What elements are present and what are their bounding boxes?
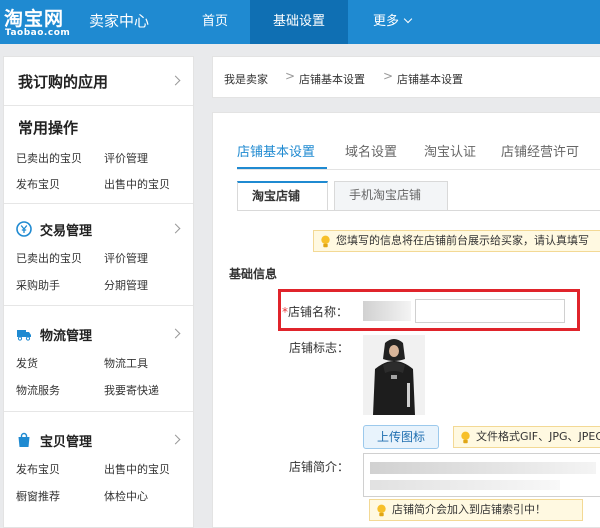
file-format-tip-text: 文件格式GIF、JPG、JPEG、PNG [476,430,600,443]
nav-more-label: 更多 [372,14,399,29]
sidebar-link-ship[interactable]: 发货 [16,355,38,371]
shop-intro-textarea[interactable] [363,453,600,497]
breadcrumb: 我是卖家 > 店铺基本设置 > 店铺基本设置 [212,56,600,98]
sidebar-link-logistics-tools[interactable]: 物流工具 [104,355,148,371]
sidebar-link-logistics-service[interactable]: 物流服务 [16,382,60,398]
info-notice: 您填写的信息将在店铺前台展示给买家，请认真填写 [313,230,600,252]
breadcrumb-separator: > [285,69,296,83]
active-tab-indicator [237,167,327,169]
sidebar: 我订购的应用 常用操作 已卖出的宝贝 评价管理 发布宝贝 出售中的宝贝 交易管理… [3,56,194,528]
shop-logo-label: 店铺标志： [289,341,350,355]
file-format-tip: 文件格式GIF、JPG、JPEG、PNG [453,426,600,448]
upload-logo-button[interactable]: 上传图标 [363,425,439,449]
sidebar-link-publish-item[interactable]: 发布宝贝 [16,461,60,477]
highlight-annotation-box [278,289,580,331]
trade-group-title: 交易管理 [40,224,93,239]
breadcrumb-seller[interactable]: 我是卖家 [224,71,268,87]
breadcrumb-separator: > [383,69,394,83]
nav-home[interactable]: 首页 [184,0,246,44]
sidebar-link-health-check[interactable]: 体检中心 [104,488,148,504]
chevron-down-icon [403,14,413,24]
sidebar-link-items-on-sale[interactable]: 出售中的宝贝 [104,461,170,477]
tabs-divider [237,169,600,170]
top-navigation-bar: 淘宝网 Taobao.com 卖家中心 首页 基础设置 更多 [0,0,600,44]
divider [4,411,193,412]
breadcrumb-shop-settings[interactable]: 店铺基本设置 [299,71,365,87]
sidebar-link-send-express[interactable]: 我要寄快递 [104,382,159,398]
sidebar-my-apps[interactable]: 我订购的应用 [4,57,193,105]
breadcrumb-current: 店铺基本设置 [397,73,463,86]
tab-business-license[interactable]: 店铺经营许可 [501,141,579,160]
subtab-mobile-shop[interactable]: 手机淘宝店铺 [334,181,448,210]
main-panel: 店铺基本设置 域名设置 淘宝认证 店铺经营许可 淘宝店铺 手机淘宝店铺 您填写的… [212,112,600,528]
logo-text: 淘宝网 [4,8,65,30]
chevron-right-icon [170,434,181,445]
divider [4,203,193,204]
intro-index-tip: 店铺简介会加入到店铺索引中！ [369,499,583,521]
logistics-group-title: 物流管理 [40,329,93,344]
basic-info-heading: 基础信息 [229,267,278,281]
shop-logo-image [363,335,425,415]
sidebar-link-purchase-assistant[interactable]: 采购助手 [16,277,60,293]
settings-tabs: 店铺基本设置 域名设置 淘宝认证 店铺经营许可 [213,113,600,171]
sidebar-link-sold-items[interactable]: 已卖出的宝贝 [16,250,82,266]
blurred-intro-text [370,462,596,474]
sidebar-link-publish-item[interactable]: 发布宝贝 [16,176,60,192]
nav-more[interactable]: 更多 [352,0,432,44]
lightbulb-icon [461,431,470,444]
chevron-right-icon [170,223,181,234]
sidebar-link-items-on-sale[interactable]: 出售中的宝贝 [104,176,170,192]
items-group-title: 宝贝管理 [40,435,93,450]
lightbulb-icon [321,235,330,248]
shop-intro-label: 店铺简介： [289,460,350,474]
logo-subtext: Taobao.com [5,28,71,38]
bag-icon [18,432,30,447]
yen-icon [16,221,32,237]
my-apps-title: 我订购的应用 [18,73,109,91]
blurred-intro-text [370,480,560,490]
sidebar-link-reviews[interactable]: 评价管理 [104,150,148,166]
chevron-right-icon [170,328,181,339]
taobao-logo[interactable]: 淘宝网 Taobao.com [4,2,80,42]
tab-shop-basic-settings[interactable]: 店铺基本设置 [237,141,315,160]
sidebar-link-reviews[interactable]: 评价管理 [104,250,148,266]
sidebar-group-logistics[interactable]: 物流管理 [4,321,193,349]
sidebar-link-installments[interactable]: 分期管理 [104,277,148,293]
divider [4,105,193,106]
nav-basic-settings[interactable]: 基础设置 [250,0,348,44]
person-photo-icon [363,335,425,415]
tab-domain-settings[interactable]: 域名设置 [345,141,397,160]
sidebar-group-items[interactable]: 宝贝管理 [4,427,193,455]
chevron-right-icon [170,75,181,86]
tab-taobao-certification[interactable]: 淘宝认证 [424,141,476,160]
divider [4,305,193,306]
sidebar-link-showcase[interactable]: 橱窗推荐 [16,488,60,504]
subtab-taobao-shop[interactable]: 淘宝店铺 [237,181,328,211]
sidebar-link-sold-items[interactable]: 已卖出的宝贝 [16,150,82,166]
sidebar-group-trade[interactable]: 交易管理 [4,216,193,244]
lightbulb-icon [377,504,386,517]
notice-text: 您填写的信息将在店铺前台展示给买家，请认真填写 [336,234,589,247]
subtabs-divider [237,210,600,211]
seller-center-title[interactable]: 卖家中心 [89,10,149,31]
common-operations-title: 常用操作 [18,119,79,137]
truck-icon [17,330,31,341]
intro-index-tip-text: 店铺简介会加入到店铺索引中！ [392,503,546,516]
